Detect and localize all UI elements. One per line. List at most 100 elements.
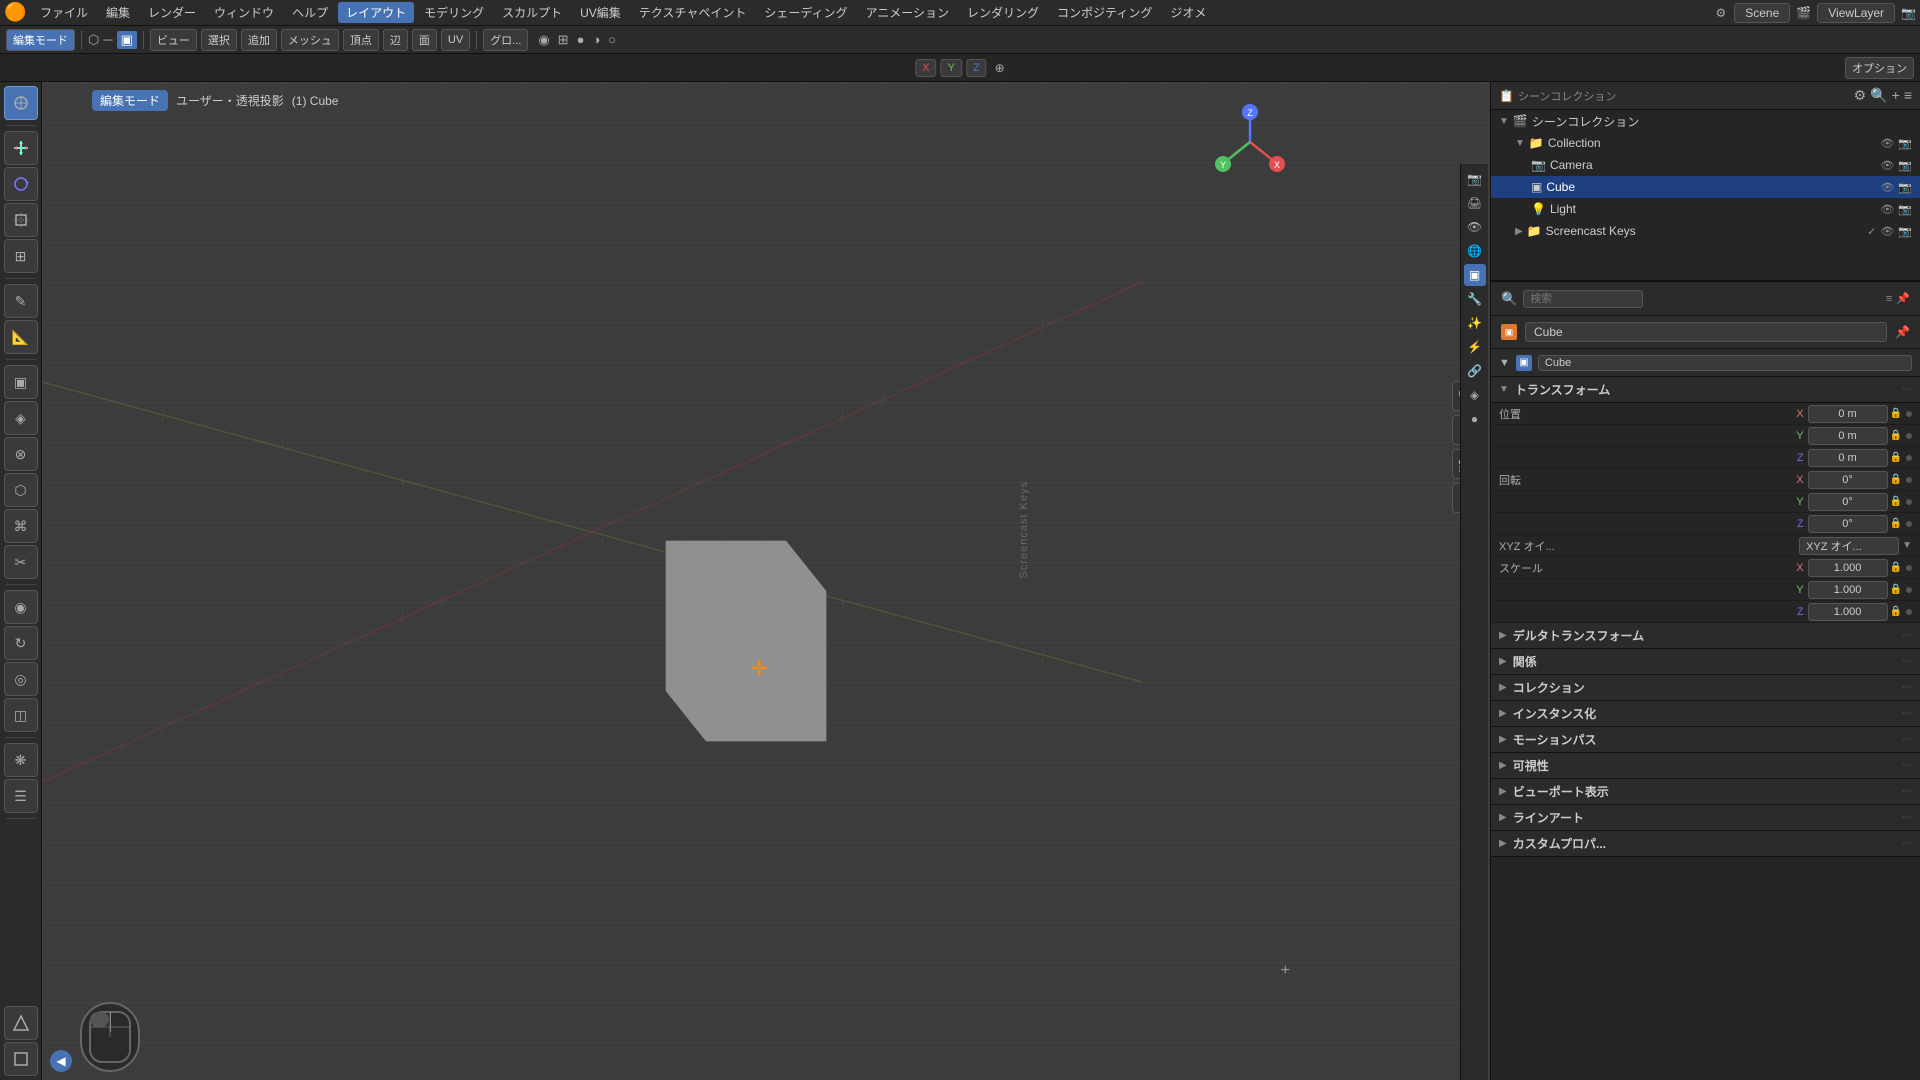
collection-eye-icon[interactable]: 👁 — [1880, 137, 1894, 150]
face-select-icon[interactable]: ▣ — [117, 31, 137, 49]
prop-pin-icon[interactable]: 📌 — [1896, 292, 1910, 305]
delta-options[interactable]: ⋯ — [1902, 630, 1912, 641]
mode-selector[interactable]: 編集モード — [6, 29, 75, 51]
cursor-tool-btn[interactable] — [4, 86, 38, 120]
prop-tab-view[interactable]: 👁 — [1464, 216, 1486, 238]
viewlayer-selector[interactable]: ViewLayer — [1817, 3, 1895, 23]
outliner-overflow-icon[interactable]: ≡ — [1904, 87, 1912, 104]
prop-tab-world[interactable]: 🌐 — [1464, 240, 1486, 262]
edge-menu[interactable]: 辺 — [383, 29, 408, 51]
delta-section-header[interactable]: ▶ デルタトランスフォーム ⋯ — [1491, 623, 1920, 649]
prop-tab-object[interactable]: ▣ — [1464, 264, 1486, 286]
tree-item-light[interactable]: 💡 Light 👁 📷 — [1491, 198, 1920, 220]
tree-item-collection[interactable]: ▼ 📁 Collection 👁 📷 — [1491, 132, 1920, 154]
tree-item-cube[interactable]: ▣ Cube 👁 📷 — [1491, 176, 1920, 198]
overlay-icon[interactable]: ◉ — [538, 32, 549, 48]
add-cube-btn[interactable]: ▣ — [4, 365, 38, 399]
prop-tab-constraints[interactable]: 🔗 — [1464, 360, 1486, 382]
loc-y-lock[interactable]: 🔒 — [1890, 430, 1902, 441]
vertex-menu[interactable]: 頂点 — [343, 29, 379, 51]
move-tool-btn[interactable] — [4, 131, 38, 165]
mesh-name-input[interactable] — [1538, 355, 1912, 371]
transform-options[interactable]: ⋯ — [1902, 384, 1912, 395]
scale-z-dot[interactable] — [1906, 609, 1912, 615]
prop-tab-material[interactable]: ● — [1464, 408, 1486, 430]
scale-z-value[interactable]: 1.000 — [1808, 603, 1888, 621]
transform2-btn[interactable]: ❋ — [4, 743, 38, 777]
face-menu[interactable]: 面 — [412, 29, 437, 51]
prop-tab-particles[interactable]: ✨ — [1464, 312, 1486, 334]
tree-item-camera[interactable]: 📷 Camera 👁 📷 — [1491, 154, 1920, 176]
scale-x-value[interactable]: 1.000 — [1808, 559, 1888, 577]
screencast-arrow[interactable]: ▶ — [1515, 226, 1523, 237]
rotation-y-value[interactable]: 0° — [1808, 493, 1888, 511]
loc-z-dot[interactable] — [1906, 455, 1912, 461]
spin-btn[interactable]: ↻ — [4, 626, 38, 660]
relations-section-header[interactable]: ▶ 関係 ⋯ — [1491, 649, 1920, 675]
inst-options[interactable]: ⋯ — [1902, 708, 1912, 719]
collection-arrow[interactable]: ▼ — [1515, 138, 1525, 149]
coord-y-btn[interactable]: Y — [941, 59, 962, 77]
scale-tool-btn[interactable] — [4, 203, 38, 237]
xray-icon[interactable]: ⊞ — [558, 32, 569, 48]
shading-render-icon[interactable]: ○ — [608, 32, 616, 47]
outliner-filter-icon[interactable]: ⚙ — [1854, 87, 1867, 104]
prop-header-search-icon[interactable]: 🔍 — [1501, 291, 1517, 307]
rotation-mode-value[interactable]: XYZ オイ... — [1799, 537, 1899, 555]
shear-btn[interactable]: ◫ — [4, 698, 38, 732]
menu-edit[interactable]: 編集 — [98, 2, 138, 23]
prop-tab-output[interactable]: 🖨 — [1464, 192, 1486, 214]
tab-animation[interactable]: アニメーション — [858, 2, 958, 23]
custom-props-section-header[interactable]: ▶ カスタムプロパ... ⋯ — [1491, 831, 1920, 857]
screencast-eye-icon[interactable]: 👁 — [1880, 225, 1894, 238]
rotation-x-value[interactable]: 0° — [1808, 471, 1888, 489]
shading-solid-icon[interactable]: ● — [577, 32, 585, 47]
prop-tab-render[interactable]: 📷 — [1464, 168, 1486, 190]
la-options[interactable]: ⋯ — [1902, 812, 1912, 823]
smooth-btn[interactable]: ◎ — [4, 662, 38, 696]
rotation-z-value[interactable]: 0° — [1808, 515, 1888, 533]
vert-select-icon[interactable]: ⬡ — [88, 32, 99, 48]
prop-panel-overflow[interactable]: ≡ — [1886, 293, 1892, 305]
extrude-btn[interactable]: ◈ — [4, 401, 38, 435]
viewport-mode-btn[interactable]: 編集モード — [92, 90, 168, 111]
menu-file[interactable]: ファイル — [32, 2, 96, 23]
mode-arrow-icon[interactable]: ▼ — [1902, 540, 1912, 551]
prop-tab-physics[interactable]: ⚡ — [1464, 336, 1486, 358]
mesh-menu[interactable]: メッシュ — [281, 29, 339, 51]
rot-y-lock[interactable]: 🔒 — [1890, 496, 1902, 507]
local-global-icon[interactable]: ⊕ — [995, 61, 1005, 75]
cp-options[interactable]: ⋯ — [1902, 838, 1912, 849]
push-pull-btn[interactable]: ☰ — [4, 779, 38, 813]
coord-z-btn[interactable]: Z — [966, 59, 987, 77]
bevel-btn[interactable]: ⬡ — [4, 473, 38, 507]
tab-uv[interactable]: UV編集 — [572, 2, 629, 23]
knife-btn[interactable]: ✂ — [4, 545, 38, 579]
measure-btn[interactable]: 📐 — [4, 320, 38, 354]
camera-render-icon[interactable]: 📷 — [1898, 159, 1912, 172]
menu-window[interactable]: ウィンドウ — [206, 2, 282, 23]
prop-search-input[interactable] — [1523, 290, 1643, 308]
coll-options[interactable]: ⋯ — [1902, 682, 1912, 693]
viewport[interactable]: 編集モード ユーザー・透視投影 (1) Cube Z X Y — [42, 82, 1490, 1080]
tab-texture-paint[interactable]: テクスチャペイント — [631, 2, 755, 23]
loc-x-dot[interactable] — [1906, 411, 1912, 417]
scale-x-dot[interactable] — [1906, 565, 1912, 571]
proportional-edit[interactable]: グロ... — [483, 29, 528, 51]
loc-x-lock[interactable]: 🔒 — [1890, 408, 1902, 419]
uv-menu[interactable]: UV — [441, 29, 470, 51]
scale-y-value[interactable]: 1.000 — [1808, 581, 1888, 599]
object-pin-icon[interactable]: 📌 — [1895, 325, 1910, 339]
screencast-check-icon[interactable]: ✓ — [1867, 225, 1876, 238]
viewport-gizmo[interactable]: Z X Y — [1210, 102, 1290, 182]
relations-options[interactable]: ⋯ — [1902, 656, 1912, 667]
tab-layout[interactable]: レイアウト — [338, 2, 414, 23]
tab-sculpt[interactable]: スカルプト — [494, 2, 570, 23]
options-btn[interactable]: オプション — [1845, 57, 1914, 79]
light-eye-icon[interactable]: 👁 — [1880, 203, 1894, 216]
scale-z-lock[interactable]: 🔒 — [1890, 606, 1902, 617]
rot-z-dot[interactable] — [1906, 521, 1912, 527]
scene-selector[interactable]: Scene — [1734, 3, 1790, 23]
screencast-render-icon[interactable]: 📷 — [1898, 225, 1912, 238]
line-art-section-header[interactable]: ▶ ラインアート ⋯ — [1491, 805, 1920, 831]
